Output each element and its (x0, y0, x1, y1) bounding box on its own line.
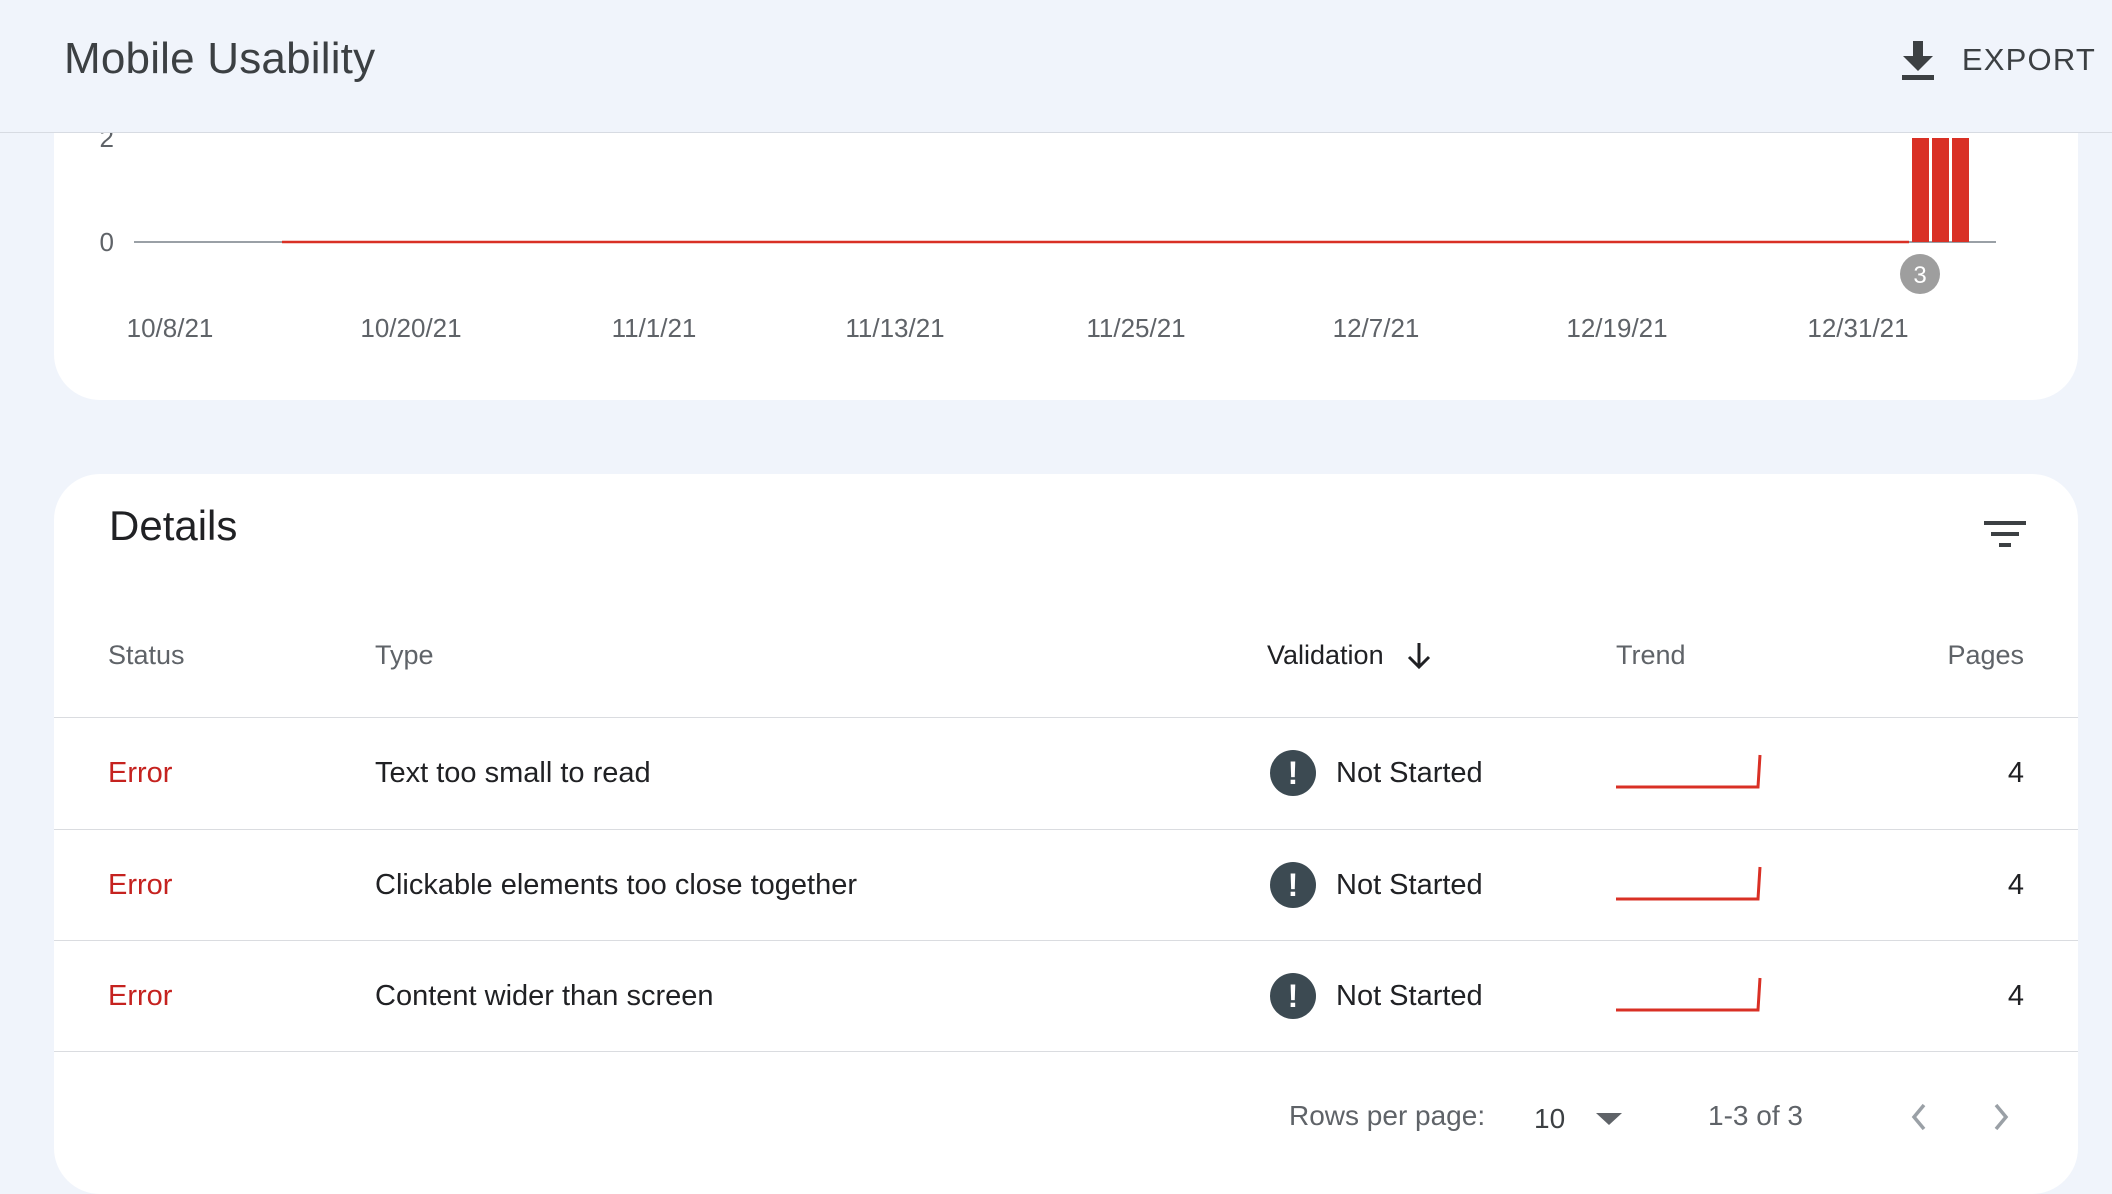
previous-page-button[interactable] (1894, 1092, 1944, 1142)
bar[interactable] (1912, 138, 1929, 242)
x-tick-label: 11/25/21 (1086, 313, 1185, 343)
arrow-down-icon (1407, 642, 1430, 669)
filter-icon (1984, 521, 2026, 547)
rows-per-page-select[interactable]: 10 (1534, 1094, 1623, 1144)
page-range: 1-3 of 3 (1708, 1100, 1803, 1131)
column-header-status[interactable]: Status (108, 640, 185, 671)
bar[interactable] (1932, 138, 1949, 242)
validation-status: Not Started (1336, 868, 1483, 901)
validation-cell: ! Not Started (1270, 941, 1483, 1051)
x-tick-label: 12/31/21 (1807, 313, 1908, 343)
chevron-left-icon (1911, 1103, 1926, 1131)
page-title: Mobile Usability (64, 34, 376, 83)
trend-cell (1614, 941, 1764, 1051)
column-header-validation[interactable]: Validation (1267, 640, 1432, 671)
export-label: EXPORT (1961, 42, 2096, 77)
download-icon (1900, 39, 1936, 81)
column-header-validation-label: Validation (1267, 640, 1384, 670)
divider (54, 1051, 2078, 1052)
status-cell: Error (108, 979, 173, 1012)
bar[interactable] (1952, 138, 1969, 242)
type-cell: Text too small to read (375, 756, 651, 789)
column-header-type[interactable]: Type (375, 640, 434, 671)
caret-down-icon (1596, 1113, 1623, 1125)
x-tick-label: 11/1/21 (612, 313, 697, 343)
pages-cell: 4 (2007, 756, 2024, 789)
table-row[interactable]: Error Content wider than screen ! Not St… (54, 941, 2078, 1051)
validation-status: Not Started (1336, 979, 1483, 1012)
rows-per-page-value: 10 (1534, 1103, 1566, 1134)
pagination: Rows per page: 10 1-3 of 3 (54, 1084, 2078, 1154)
filter-button[interactable] (1978, 508, 2034, 564)
x-tick-label: 12/7/21 (1333, 313, 1420, 343)
warning-circle-icon: ! (1270, 973, 1316, 1019)
trend-cell (1614, 830, 1764, 940)
column-header-pages[interactable]: Pages (1947, 640, 2024, 671)
next-page-button[interactable] (1976, 1092, 2026, 1142)
validation-cell: ! Not Started (1270, 718, 1483, 828)
x-tick-label: 12/19/21 (1566, 313, 1667, 343)
warning-circle-icon: ! (1270, 750, 1316, 796)
chevron-right-icon (1994, 1103, 2009, 1131)
column-header-trend[interactable]: Trend (1616, 640, 1686, 671)
x-tick-label: 10/8/21 (127, 313, 214, 343)
rows-per-page-label: Rows per page: (1289, 1100, 1486, 1131)
x-tick-label: 11/13/21 (845, 313, 944, 343)
table-row[interactable]: Error Clickable elements too close toget… (54, 830, 2078, 940)
annotation-label: 3 (1913, 262, 1926, 289)
type-cell: Clickable elements too close together (375, 868, 857, 901)
status-cell: Error (108, 756, 173, 789)
pages-cell: 4 (2007, 979, 2024, 1012)
type-cell: Content wider than screen (375, 979, 714, 1012)
status-cell: Error (108, 868, 173, 901)
table-row[interactable]: Error Text too small to read ! Not Start… (54, 718, 2078, 828)
y-tick-label: 0 (100, 227, 114, 257)
warning-circle-icon: ! (1270, 862, 1316, 908)
page-header: Mobile Usability EXPORT (0, 0, 2112, 133)
details-title: Details (109, 502, 238, 549)
export-button[interactable]: EXPORT (1900, 30, 2096, 90)
pages-cell: 4 (2007, 868, 2024, 901)
trend-sparkline (1616, 754, 1762, 789)
validation-cell: ! Not Started (1270, 830, 1483, 940)
trend-cell (1614, 718, 1764, 828)
trend-sparkline (1616, 866, 1762, 901)
details-card: Details Status Type Validation Trend Pag… (54, 474, 2078, 1194)
x-tick-label: 10/20/21 (360, 313, 461, 343)
validation-status: Not Started (1336, 756, 1483, 789)
trend-sparkline (1616, 977, 1762, 1012)
